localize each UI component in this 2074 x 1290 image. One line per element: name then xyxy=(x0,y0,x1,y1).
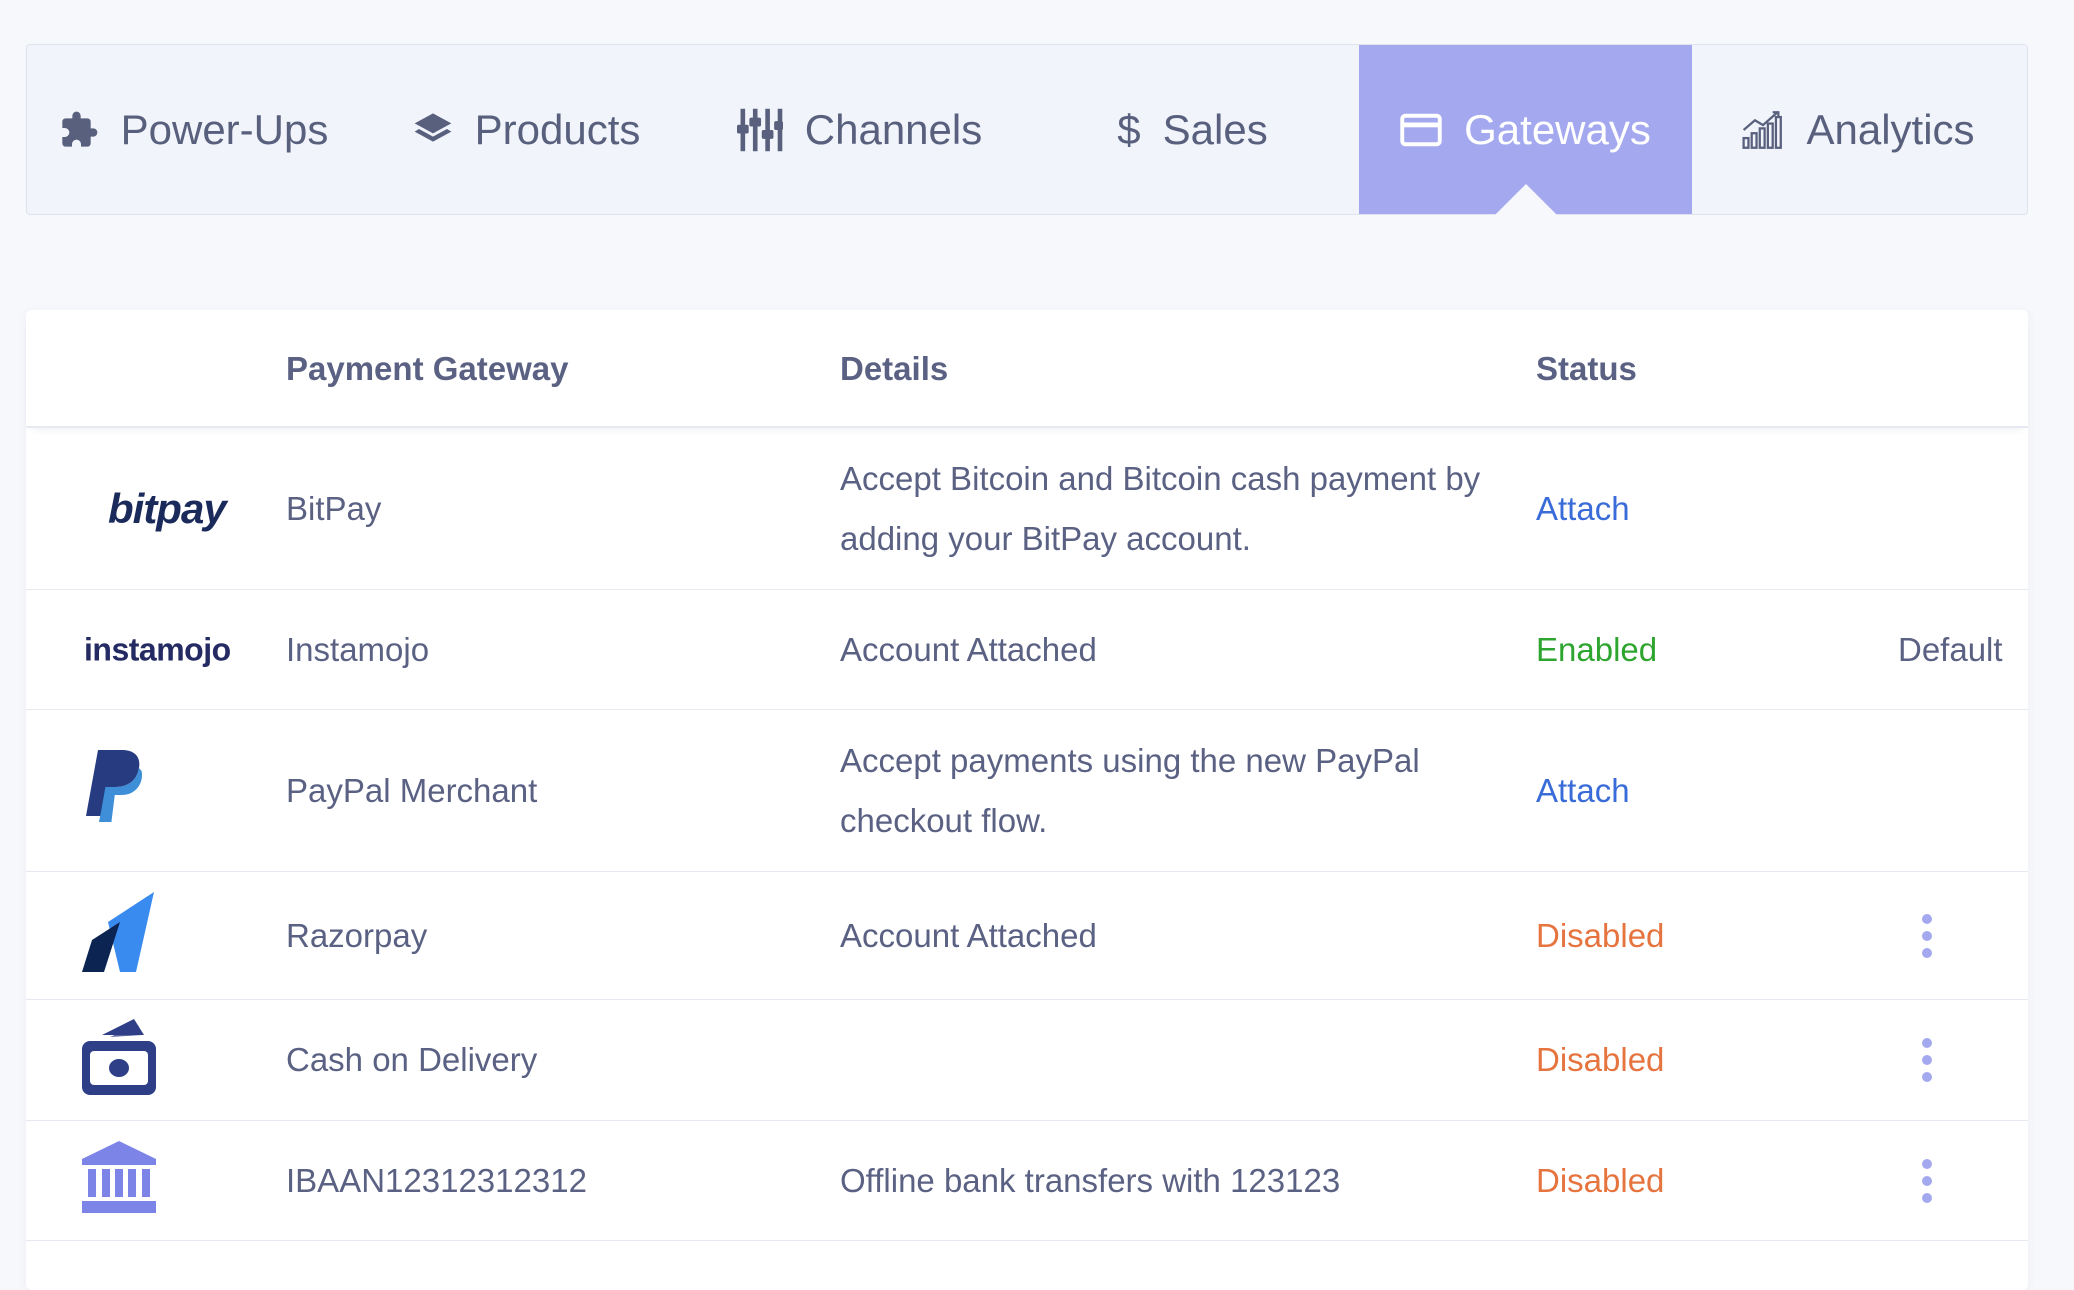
tab-analytics[interactable]: Analytics xyxy=(1692,45,2025,214)
paypal-logo xyxy=(82,749,148,832)
puzzle-icon xyxy=(61,111,97,147)
tab-label: Channels xyxy=(804,105,983,153)
gateway-details: Accept payments using the new PayPal che… xyxy=(840,741,1420,839)
tab-products[interactable]: Products xyxy=(360,45,693,214)
tab-label: Power-Ups xyxy=(120,105,329,153)
gateway-name: Instamojo xyxy=(286,630,430,668)
table-row: bitpay BitPay Accept Bitcoin and Bitcoin… xyxy=(26,428,2028,590)
cash-icon xyxy=(82,1017,156,1103)
bank-icon xyxy=(82,1140,156,1221)
bitpay-logo: bitpay xyxy=(108,484,227,532)
tab-label: Sales xyxy=(1162,105,1268,153)
bar-chart-icon xyxy=(1742,110,1783,149)
header-details: Details xyxy=(840,350,949,387)
gateways-table: Payment Gateway Details Status bitpay Bi… xyxy=(26,310,2028,1290)
tab-power-ups[interactable]: Power-Ups xyxy=(27,45,360,214)
status-disabled: Disabled xyxy=(1536,1161,1665,1199)
nav-tabs: Power-Ups Products Channels $ Sales Gate… xyxy=(26,44,2028,215)
more-options-icon[interactable] xyxy=(1922,1038,1932,1082)
table-row: PayPal Merchant Accept payments using th… xyxy=(26,710,2028,872)
tab-gateways[interactable]: Gateways xyxy=(1359,45,1692,214)
tab-label: Analytics xyxy=(1806,105,1975,153)
attach-link[interactable]: Attach xyxy=(1536,772,1630,810)
sliders-icon xyxy=(736,108,783,151)
attach-link[interactable]: Attach xyxy=(1536,490,1630,528)
tab-sales[interactable]: $ Sales xyxy=(1026,45,1359,214)
credit-card-icon xyxy=(1400,113,1442,146)
gateway-details: Account Attached xyxy=(840,630,1097,668)
status-disabled: Disabled xyxy=(1536,916,1665,954)
gateway-details: Accept Bitcoin and Bitcoin cash payment … xyxy=(840,459,1481,557)
default-label: Default xyxy=(1898,630,2003,668)
tab-channels[interactable]: Channels xyxy=(693,45,1026,214)
dollar-icon: $ xyxy=(1117,105,1141,153)
status-disabled: Disabled xyxy=(1536,1041,1665,1078)
header-status: Status xyxy=(1536,350,1637,387)
status-enabled: Enabled xyxy=(1536,630,1658,668)
gateway-details: Offline bank transfers with 123123 xyxy=(840,1161,1341,1199)
table-row: instamojo Instamojo Account Attached Ena… xyxy=(26,590,2028,710)
more-options-icon[interactable] xyxy=(1922,913,1932,958)
gateway-details: Account Attached xyxy=(840,916,1097,954)
table-row: Razorpay Account Attached Disabled xyxy=(26,872,2028,1000)
gateway-name: IBAAN12312312312 xyxy=(286,1161,587,1199)
header-payment-gateway: Payment Gateway xyxy=(286,350,569,387)
gateway-name: Razorpay xyxy=(286,916,428,954)
instamojo-logo: instamojo xyxy=(84,631,231,667)
gateway-name: Cash on Delivery xyxy=(286,1041,538,1078)
table-header: Payment Gateway Details Status xyxy=(26,310,2028,428)
table-row: Cash on Delivery Disabled xyxy=(26,1000,2028,1121)
tab-label: Gateways xyxy=(1464,105,1651,153)
more-options-icon[interactable] xyxy=(1922,1158,1932,1203)
tab-label: Products xyxy=(474,105,641,153)
table-row: IBAAN12312312312 Offline bank transfers … xyxy=(26,1121,2028,1241)
layers-icon xyxy=(414,112,451,142)
gateway-name: PayPal Merchant xyxy=(286,771,538,809)
gateway-name: BitPay xyxy=(286,489,382,527)
razorpay-logo xyxy=(82,891,154,980)
